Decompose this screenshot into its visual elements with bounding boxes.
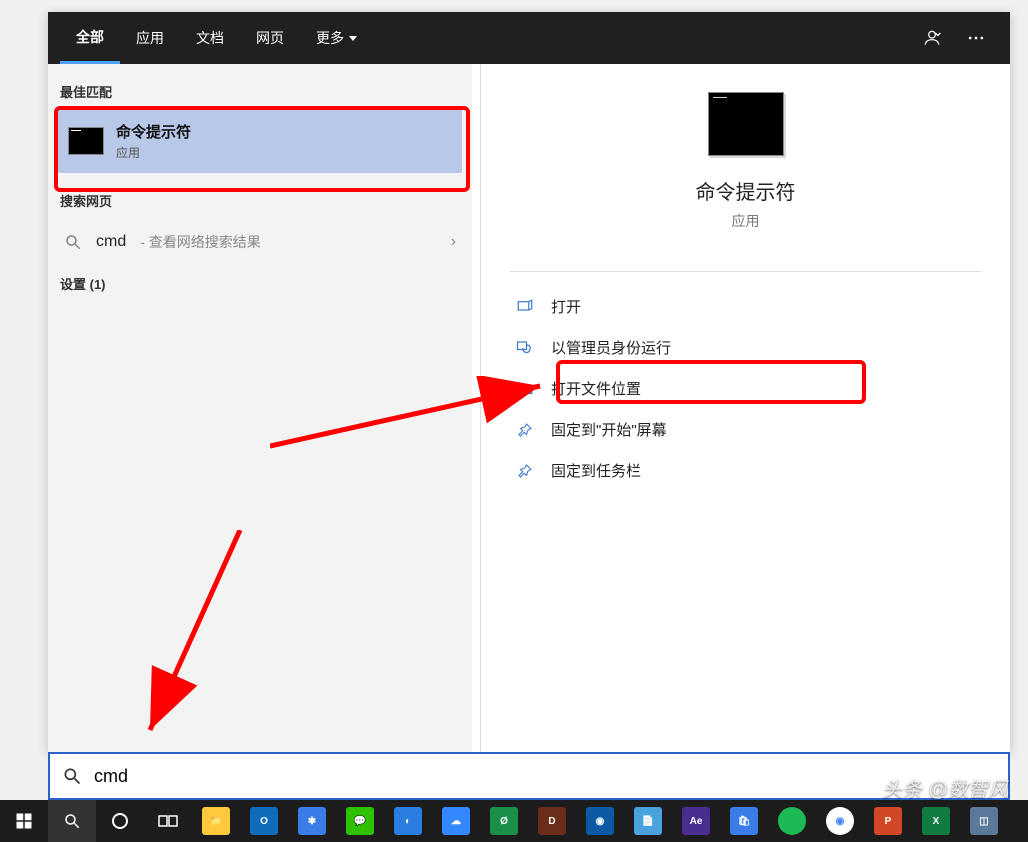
search-input[interactable] xyxy=(94,766,996,787)
cmd-app-icon xyxy=(68,127,104,155)
tab-more-label: 更多 xyxy=(316,13,344,63)
account-icon[interactable] xyxy=(910,12,954,64)
results-column: 最佳匹配 命令提示符 应用 搜索网页 cmd - 查看网络搜索结果 › 设置 (… xyxy=(48,64,472,752)
web-query-text: cmd xyxy=(96,233,126,251)
taskbar-app-notes[interactable]: 📄 xyxy=(624,800,672,842)
taskbar-app-excel[interactable]: X xyxy=(912,800,960,842)
search-icon xyxy=(62,766,82,786)
best-match-result[interactable]: 命令提示符 应用 xyxy=(58,109,462,173)
chevron-down-icon xyxy=(349,36,357,41)
preview-subtitle: 应用 xyxy=(732,211,760,231)
tab-all[interactable]: 全部 xyxy=(60,12,120,64)
action-pin-taskbar[interactable]: 固定到任务栏 xyxy=(509,450,982,491)
search-icon xyxy=(64,233,82,251)
search-web-label: 搜索网页 xyxy=(48,183,472,218)
preview-app-icon xyxy=(708,92,784,156)
folder-icon xyxy=(515,379,535,399)
taskbar-app-baidu[interactable]: ☁ xyxy=(432,800,480,842)
taskbar-search-button[interactable] xyxy=(48,800,96,842)
task-view-button[interactable] xyxy=(144,800,192,842)
action-location-label: 打开文件位置 xyxy=(551,378,641,399)
start-button[interactable] xyxy=(0,800,48,842)
taskbar-app-outlook[interactable]: O xyxy=(240,800,288,842)
best-match-title: 命令提示符 xyxy=(116,121,191,142)
preview-column: 命令提示符 应用 打开 以管理员身份运行 打开文件位置 固定到 xyxy=(480,64,1010,752)
action-open[interactable]: 打开 xyxy=(509,286,982,327)
taskbar-app-spotify[interactable] xyxy=(768,800,816,842)
taskbar-app-edge[interactable]: ◉ xyxy=(576,800,624,842)
taskbar-app-green[interactable]: Ø xyxy=(480,800,528,842)
shield-icon xyxy=(515,338,535,358)
content-area: 最佳匹配 命令提示符 应用 搜索网页 cmd - 查看网络搜索结果 › 设置 (… xyxy=(48,64,1010,752)
action-open-label: 打开 xyxy=(551,296,581,317)
taskbar-app-misc[interactable]: ◫ xyxy=(960,800,1008,842)
tab-apps[interactable]: 应用 xyxy=(120,12,180,64)
web-search-result[interactable]: cmd - 查看网络搜索结果 › xyxy=(48,218,472,266)
taskbar-app-powerpoint[interactable]: P xyxy=(864,800,912,842)
pin-icon xyxy=(515,461,535,481)
open-icon xyxy=(515,297,535,317)
taskbar-app-chrome[interactable]: ◉ xyxy=(816,800,864,842)
tabs-bar: 全部 应用 文档 网页 更多 xyxy=(48,12,1010,64)
taskbar-app-wechat[interactable]: 💬 xyxy=(336,800,384,842)
tab-more[interactable]: 更多 xyxy=(300,12,373,64)
taskbar-app-store[interactable]: 🛍 xyxy=(720,800,768,842)
taskbar: 📁 O ✱ 💬 ◐ ☁ Ø D ◉ 📄 Ae 🛍 ◉ P X ◫ xyxy=(0,800,1028,842)
chevron-right-icon: › xyxy=(451,233,456,251)
web-query-hint: - 查看网络搜索结果 xyxy=(140,232,261,252)
actions-list: 打开 以管理员身份运行 打开文件位置 固定到"开始"屏幕 固定到任务栏 xyxy=(481,271,1010,491)
best-match-subtitle: 应用 xyxy=(116,144,191,161)
action-run-admin[interactable]: 以管理员身份运行 xyxy=(509,327,982,368)
action-pin-taskbar-label: 固定到任务栏 xyxy=(551,460,641,481)
divider xyxy=(509,271,982,272)
action-admin-label: 以管理员身份运行 xyxy=(551,337,671,358)
search-box[interactable] xyxy=(48,752,1010,800)
action-open-location[interactable]: 打开文件位置 xyxy=(509,368,982,409)
taskbar-app-explorer[interactable]: 📁 xyxy=(192,800,240,842)
taskbar-app-blue[interactable]: ✱ xyxy=(288,800,336,842)
taskbar-app-dingtalk[interactable]: ◐ xyxy=(384,800,432,842)
taskbar-app-diablo[interactable]: D xyxy=(528,800,576,842)
tab-docs[interactable]: 文档 xyxy=(180,12,240,64)
pin-icon xyxy=(515,420,535,440)
best-match-label: 最佳匹配 xyxy=(48,74,472,109)
taskbar-app-ae[interactable]: Ae xyxy=(672,800,720,842)
action-pin-start[interactable]: 固定到"开始"屏幕 xyxy=(509,409,982,450)
settings-label[interactable]: 设置 (1) xyxy=(48,266,472,301)
action-pin-start-label: 固定到"开始"屏幕 xyxy=(551,419,667,440)
tab-web[interactable]: 网页 xyxy=(240,12,300,64)
cortana-button[interactable] xyxy=(96,800,144,842)
more-options-icon[interactable] xyxy=(954,12,998,64)
search-panel: 全部 应用 文档 网页 更多 最佳匹配 命令提示符 应用 搜索网页 xyxy=(48,12,1010,752)
preview-title: 命令提示符 xyxy=(696,176,796,205)
